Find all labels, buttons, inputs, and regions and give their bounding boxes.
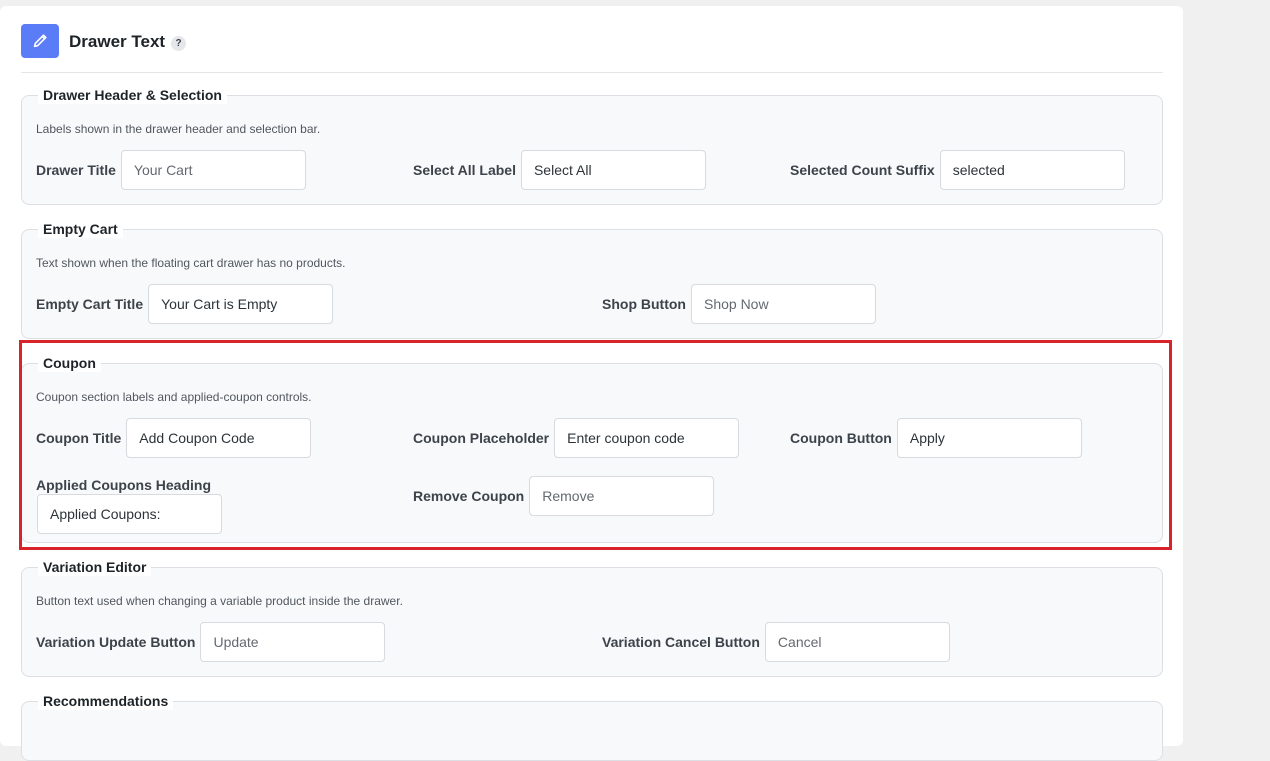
variation-cancel-button-input[interactable]	[764, 622, 950, 662]
coupon-button-input[interactable]	[896, 418, 1082, 458]
help-icon[interactable]: ?	[171, 36, 186, 51]
settings-card: Drawer Text ? Drawer Header & Selection …	[0, 6, 1183, 761]
section-description: Labels shown in the drawer header and se…	[36, 122, 321, 136]
field-drawer-title: Drawer Title	[36, 150, 306, 190]
empty-cart-title-input[interactable]	[148, 284, 334, 324]
coupon-placeholder-input[interactable]	[554, 418, 740, 458]
applied-coupons-heading-input[interactable]	[37, 494, 222, 534]
field-selected-count-suffix: Selected Count Suffix	[790, 150, 1125, 190]
field-variation-update-button: Variation Update Button	[36, 622, 386, 662]
section-recommendations: Recommendations	[21, 692, 1163, 761]
remove-coupon-input[interactable]	[529, 476, 715, 516]
selected-count-suffix-input[interactable]	[939, 150, 1125, 190]
field-label: Variation Cancel Button	[602, 634, 760, 650]
field-coupon-button: Coupon Button	[790, 418, 1082, 458]
section-legend: Coupon	[38, 354, 101, 372]
page-title: Drawer Text	[69, 32, 166, 51]
field-label: Coupon Placeholder	[413, 430, 550, 446]
shop-button-input[interactable]	[690, 284, 876, 324]
field-label: Shop Button	[602, 296, 686, 312]
section-description: Button text used when changing a variabl…	[36, 594, 403, 608]
field-coupon-title: Coupon Title	[36, 418, 312, 458]
field-label: Variation Update Button	[36, 634, 196, 650]
field-label: Drawer Title	[36, 162, 116, 178]
field-label: Remove Coupon	[413, 488, 525, 504]
field-label: Coupon Title	[36, 430, 122, 446]
section-legend: Empty Cart	[38, 220, 123, 238]
field-coupon-placeholder: Coupon Placeholder	[413, 418, 740, 458]
section-legend: Recommendations	[38, 692, 174, 710]
section-description: Text shown when the floating cart drawer…	[36, 256, 346, 270]
field-shop-button: Shop Button	[602, 284, 876, 324]
variation-update-button-input[interactable]	[200, 622, 386, 662]
field-variation-cancel-button: Variation Cancel Button	[602, 622, 950, 662]
section-legend: Drawer Header & Selection	[38, 86, 227, 104]
field-remove-coupon: Remove Coupon	[413, 476, 715, 516]
section-coupon: Coupon Coupon section labels and applied…	[21, 354, 1163, 543]
section-variation-editor: Variation Editor Button text used when c…	[21, 558, 1163, 677]
field-label: Selected Count Suffix	[790, 162, 935, 178]
field-label: Select All Label	[413, 162, 516, 178]
field-label: Coupon Button	[790, 430, 892, 446]
select-all-label-input[interactable]	[520, 150, 706, 190]
section-empty-cart: Empty Cart Text shown when the floating …	[21, 220, 1163, 339]
field-select-all-label: Select All Label	[413, 150, 706, 190]
drawer-title-input[interactable]	[120, 150, 306, 190]
section-description: Coupon section labels and applied-coupon…	[36, 390, 312, 404]
pencil-icon	[21, 24, 59, 58]
card-header: Drawer Text ?	[21, 24, 1163, 73]
applied-coupons-heading-label: Applied Coupons Heading	[36, 477, 211, 493]
section-drawer-header: Drawer Header & Selection Labels shown i…	[21, 86, 1163, 205]
field-label: Empty Cart Title	[36, 296, 144, 312]
section-legend: Variation Editor	[38, 558, 152, 576]
field-empty-cart-title: Empty Cart Title	[36, 284, 334, 324]
coupon-title-input[interactable]	[126, 418, 312, 458]
